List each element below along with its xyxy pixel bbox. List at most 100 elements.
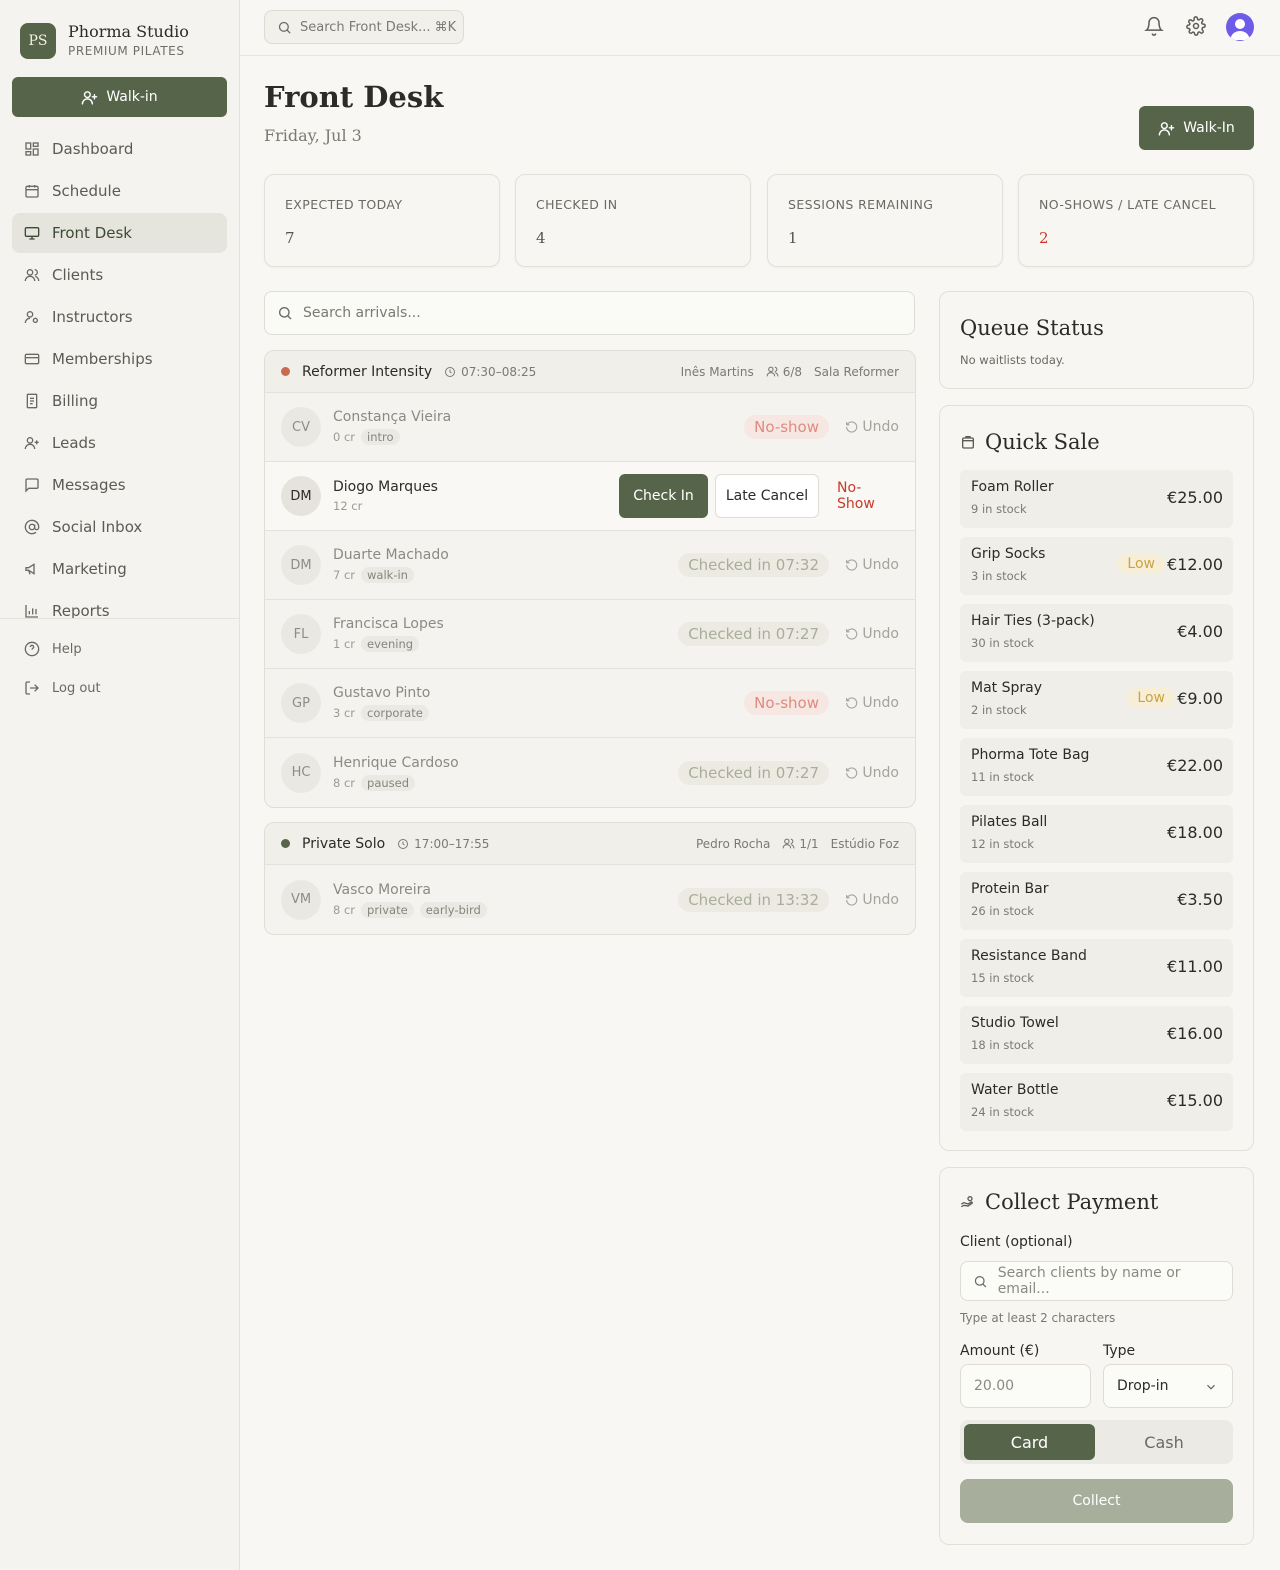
arrivals-search-placeholder: Search arrivals... (303, 305, 421, 321)
client-name[interactable]: Henrique Cardoso (333, 755, 459, 771)
undo-button[interactable]: Undo (845, 557, 899, 573)
amount-value: 20.00 (974, 1378, 1015, 1394)
session-status-dot (281, 839, 290, 848)
cash-method-button[interactable]: Cash (1099, 1424, 1229, 1460)
sidebar-item-reports[interactable]: Reports (12, 591, 227, 631)
client-name[interactable]: Diogo Marques (333, 479, 438, 495)
undo-button[interactable]: Undo (845, 626, 899, 642)
sidebar-logout-link[interactable]: Log out (24, 680, 101, 696)
client-tag: private (361, 901, 414, 918)
sidebar-item-social-inbox[interactable]: Social Inbox (12, 507, 227, 547)
session-title: Private Solo (302, 835, 386, 852)
status-badge: No-show (744, 691, 829, 715)
product-item[interactable]: Pilates Ball 12 in stock €18.00 (960, 805, 1233, 863)
at-icon (24, 519, 40, 535)
client-search-input[interactable]: Search clients by name or email... (960, 1261, 1233, 1301)
user-plus-icon (1158, 121, 1175, 136)
status-badge: Checked in 07:27 (678, 760, 829, 785)
collect-button[interactable]: Collect (960, 1479, 1233, 1523)
product-stock: 12 in stock (971, 837, 1034, 851)
product-item[interactable]: Mat Spray 2 in stock Low €9.00 (960, 671, 1233, 729)
walkin-button-label: Walk-In (1183, 120, 1235, 136)
no-show-button[interactable]: No-Show (837, 480, 899, 512)
amount-input[interactable]: 20.00 (960, 1364, 1091, 1408)
product-name: Water Bottle (971, 1082, 1059, 1098)
product-stock: 15 in stock (971, 971, 1034, 985)
sidebar-item-dashboard[interactable]: Dashboard (12, 129, 227, 169)
avatar: FL (281, 614, 321, 654)
card-method-button[interactable]: Card (964, 1424, 1095, 1460)
queue-status-message: No waitlists today. (960, 353, 1065, 367)
product-price: €22.00 (1167, 756, 1223, 775)
sidebar-item-billing[interactable]: Billing (12, 381, 227, 421)
product-item[interactable]: Studio Towel 18 in stock €16.00 (960, 1006, 1233, 1064)
session-meta: Pedro Rocha 1/1 Estúdio Foz (684, 837, 899, 851)
session-header: Reformer Intensity 07:30–08:25 Inês Mart… (265, 351, 915, 393)
product-name: Foam Roller (971, 479, 1054, 495)
client-name[interactable]: Gustavo Pinto (333, 685, 430, 701)
product-name: Hair Ties (3-pack) (971, 613, 1095, 629)
arrival-row: GP Gustavo Pinto 3 cr corporate No-show U… (265, 669, 915, 738)
arrival-row: DM Duarte Machado 7 cr walk-in Checked in… (265, 531, 915, 600)
payment-method-toggle: Card Cash (960, 1420, 1233, 1464)
product-name: Mat Spray (971, 680, 1042, 696)
sidebar-item-label: Memberships (52, 350, 153, 368)
client-name[interactable]: Francisca Lopes (333, 616, 444, 632)
users-icon (782, 838, 795, 849)
client-search-placeholder: Search clients by name or email... (997, 1265, 1181, 1297)
walkin-button[interactable]: Walk-In (1139, 106, 1254, 150)
monitor-icon (24, 227, 40, 240)
sidebar-item-front-desk[interactable]: Front Desk (12, 213, 227, 253)
client-name[interactable]: Duarte Machado (333, 547, 449, 563)
user-avatar[interactable] (1226, 13, 1254, 41)
sidebar-item-messages[interactable]: Messages (12, 465, 227, 505)
undo-button[interactable]: Undo (845, 765, 899, 781)
sidebar-item-marketing[interactable]: Marketing (12, 549, 227, 589)
page-title: Front Desk (264, 80, 444, 114)
settings-button[interactable] (1186, 16, 1206, 36)
product-price: €25.00 (1167, 488, 1223, 507)
product-price: €18.00 (1167, 823, 1223, 842)
undo-button[interactable]: Undo (845, 695, 899, 711)
session-time-text: 07:30–08:25 (461, 364, 537, 379)
brand-logo: PS (20, 22, 56, 59)
product-item[interactable]: Protein Bar 26 in stock €3.50 (960, 872, 1233, 930)
product-stock: 2 in stock (971, 703, 1027, 717)
users-icon (24, 269, 40, 282)
session-card: Reformer Intensity 07:30–08:25 Inês Mart… (264, 350, 916, 808)
product-item[interactable]: Resistance Band 15 in stock €11.00 (960, 939, 1233, 997)
product-item[interactable]: Water Bottle 24 in stock €15.00 (960, 1073, 1233, 1131)
undo-button[interactable]: Undo (845, 419, 899, 435)
product-item[interactable]: Foam Roller 9 in stock €25.00 (960, 470, 1233, 528)
arrivals-search-input[interactable]: Search arrivals... (264, 291, 915, 335)
notifications-button[interactable] (1144, 16, 1164, 36)
sidebar-help-link[interactable]: Help (24, 641, 82, 657)
arrival-row: VM Vasco Moreira 8 cr private early-bird C… (265, 865, 915, 934)
sidebar-item-instructors[interactable]: Instructors (12, 297, 227, 337)
undo-button[interactable]: Undo (845, 892, 899, 908)
type-select[interactable]: Drop-in (1103, 1364, 1233, 1408)
product-stock: 30 in stock (971, 636, 1034, 650)
late-cancel-button[interactable]: Late Cancel (715, 474, 819, 518)
product-item[interactable]: Phorma Tote Bag 11 in stock €22.00 (960, 738, 1233, 796)
undo-icon (846, 893, 858, 906)
stat-value: 7 (285, 229, 295, 247)
sidebar-item-clients[interactable]: Clients (12, 255, 227, 295)
global-search-input[interactable]: Search Front Desk... ⌘K (264, 10, 464, 44)
sidebar-item-label: Billing (52, 392, 98, 410)
client-name[interactable]: Vasco Moreira (333, 882, 487, 898)
product-item[interactable]: Hair Ties (3-pack) 30 in stock €4.00 (960, 604, 1233, 662)
product-item[interactable]: Grip Socks 3 in stock Low €12.00 (960, 537, 1233, 595)
sidebar-walkin-button[interactable]: Walk-in (12, 77, 227, 117)
session-title: Reformer Intensity (302, 363, 433, 380)
avatar: DM (281, 545, 321, 585)
check-in-button[interactable]: Check In (619, 474, 708, 518)
sidebar-item-schedule[interactable]: Schedule (12, 171, 227, 211)
help-icon (24, 641, 40, 657)
sidebar-item-leads[interactable]: Leads (12, 423, 227, 463)
client-name[interactable]: Constança Vieira (333, 409, 451, 425)
sidebar-item-memberships[interactable]: Memberships (12, 339, 227, 379)
arrival-row: HC Henrique Cardoso 8 cr paused Checked i… (265, 738, 915, 807)
bar-chart-icon (25, 605, 38, 618)
shopping-bag-icon (962, 436, 974, 449)
